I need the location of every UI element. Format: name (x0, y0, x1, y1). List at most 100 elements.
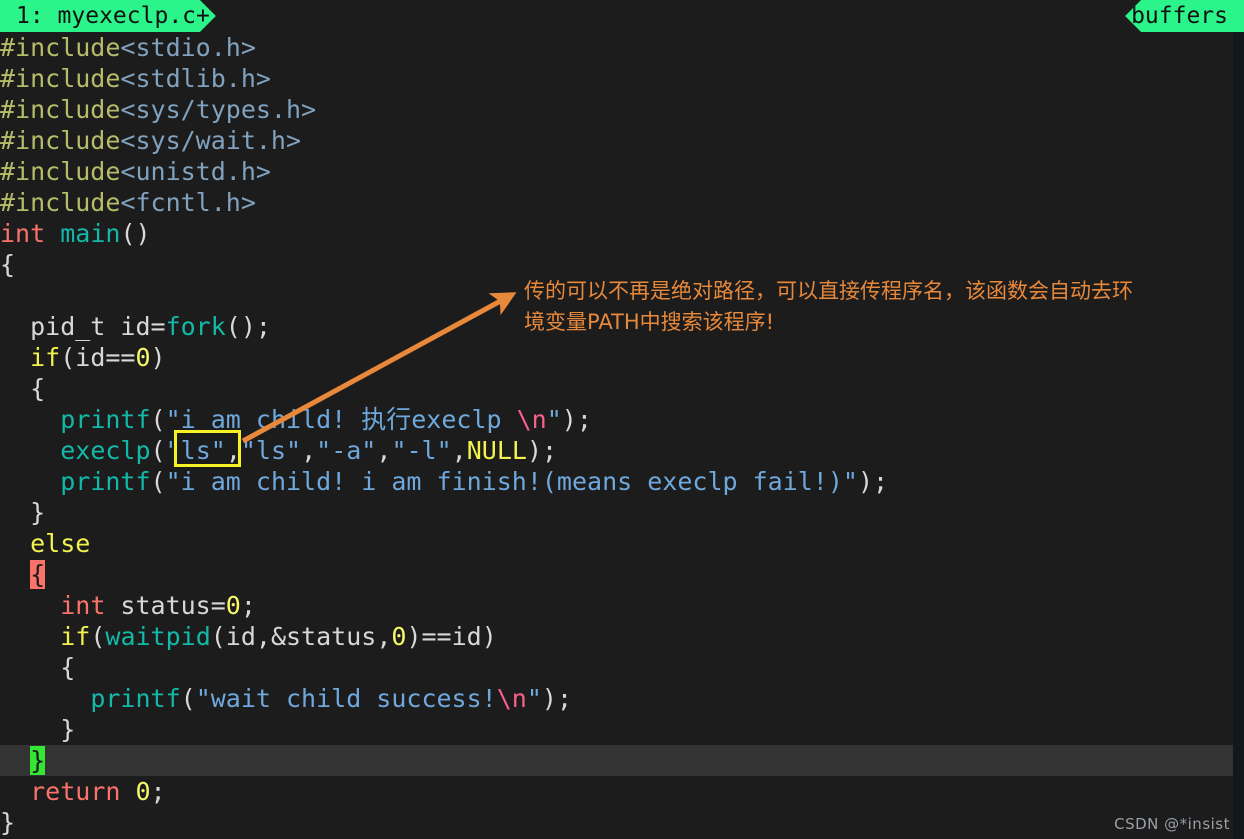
code-token: "i am child! i am finish!(means execlp f… (165, 467, 858, 496)
code-token: ) (150, 343, 166, 372)
code-line[interactable]: #include<unistd.h> (0, 156, 1244, 187)
code-token: )==id) (406, 622, 497, 651)
code-token: 0 (391, 622, 407, 651)
annotation-line-1: 传的可以不再是绝对路径，可以直接传程序名，该函数会自动去环 (524, 279, 1133, 303)
tab-buffers[interactable]: buffers (1125, 0, 1244, 32)
code-token: #include (0, 157, 121, 186)
code-line[interactable]: if(waitpid(id,&status,0)==id) (0, 621, 1244, 652)
code-token: "ls" (240, 436, 302, 465)
code-token: if (60, 622, 91, 651)
code-token: status= (105, 591, 226, 620)
code-token: if (30, 343, 61, 372)
code-token: } (30, 746, 46, 775)
code-line[interactable]: else (0, 528, 1244, 559)
watermark: CSDN @*insist (1114, 815, 1230, 833)
code-token: return (30, 777, 121, 806)
code-token: \n (496, 684, 527, 713)
code-token: "-a" (316, 436, 377, 465)
code-line[interactable]: int main() (0, 218, 1244, 249)
code-token: " (546, 405, 562, 434)
code-token: , (376, 436, 392, 465)
code-token: } (0, 808, 16, 837)
code-line[interactable]: #include<stdlib.h> (0, 63, 1244, 94)
code-token: #include (0, 33, 121, 62)
code-token: ); (526, 436, 558, 465)
code-token: int (0, 219, 46, 248)
code-line[interactable]: #include<sys/wait.h> (0, 125, 1244, 156)
code-token: (id,&status, (210, 622, 392, 651)
code-token: <sys/wait.h> (120, 126, 302, 155)
code-token: NULL (466, 436, 527, 465)
code-line[interactable]: #include<sys/types.h> (0, 94, 1244, 125)
code-token: #include (0, 64, 121, 93)
code-token: 0 (135, 777, 151, 806)
code-token: 0 (225, 591, 241, 620)
annotation-text: 传的可以不再是绝对路径，可以直接传程序名，该函数会自动去环 境变量PATH中搜索… (524, 276, 1240, 338)
code-line[interactable]: #include<stdio.h> (0, 32, 1244, 63)
annotation-line-2: 境变量PATH中搜索该程序! (524, 310, 775, 334)
code-line[interactable]: } (0, 745, 1233, 776)
code-token: 0 (135, 343, 151, 372)
code-line[interactable]: } (0, 807, 1244, 838)
code-token: ); (857, 467, 889, 496)
code-token: printf (90, 684, 181, 713)
code-line[interactable]: printf("wait child success!\n"); (0, 683, 1244, 714)
code-token: ( (150, 436, 166, 465)
tab-active-file[interactable]: 1: myexeclp.c+ (0, 0, 216, 32)
code-token: <stdlib.h> (120, 64, 271, 93)
code-line[interactable]: { (0, 652, 1244, 683)
code-token: ( (90, 622, 106, 651)
code-line[interactable]: return 0; (0, 776, 1244, 807)
code-token: <sys/types.h> (120, 95, 317, 124)
code-line[interactable]: if(id==0) (0, 342, 1244, 373)
editor-window: 1: myexeclp.c+ buffers #include<stdio.h>… (0, 0, 1244, 839)
code-token: ; (240, 591, 256, 620)
code-token: , (451, 436, 467, 465)
code-line[interactable]: } (0, 497, 1244, 528)
code-token: <stdio.h> (120, 33, 256, 62)
code-token: #include (0, 188, 121, 217)
code-token: main (60, 219, 121, 248)
code-token: } (0, 498, 46, 527)
code-token: { (0, 653, 76, 682)
code-token: ( (150, 405, 166, 434)
code-line[interactable]: { (0, 373, 1244, 404)
code-token: fork (165, 312, 226, 341)
code-token: else (30, 529, 91, 558)
code-token: execlp (60, 436, 151, 465)
code-token: ; (150, 777, 166, 806)
code-token: printf (60, 467, 151, 496)
code-token: " (526, 684, 542, 713)
code-token: printf (60, 405, 151, 434)
code-line[interactable]: printf("i am child! i am finish!(means e… (0, 466, 1244, 497)
code-token: id= (120, 312, 166, 341)
code-line[interactable]: } (0, 714, 1244, 745)
code-token: , (301, 436, 317, 465)
code-token: pid_t (0, 312, 121, 341)
code-line[interactable]: { (0, 559, 1244, 590)
code-token: <fcntl.h> (120, 188, 256, 217)
code-line[interactable]: int status=0; (0, 590, 1244, 621)
code-token: ); (541, 684, 572, 713)
code-token: #include (0, 126, 121, 155)
code-token: () (120, 219, 151, 248)
code-token: { (0, 250, 16, 279)
code-token: { (30, 560, 46, 589)
code-token: waitpid (105, 622, 211, 651)
code-line[interactable]: #include<fcntl.h> (0, 187, 1244, 218)
highlight-box-ls-argument (174, 430, 241, 467)
code-token: \n (516, 405, 547, 434)
code-token: (); (225, 312, 271, 341)
tab-bar: 1: myexeclp.c+ buffers (0, 0, 1244, 32)
code-token: ( (180, 684, 196, 713)
